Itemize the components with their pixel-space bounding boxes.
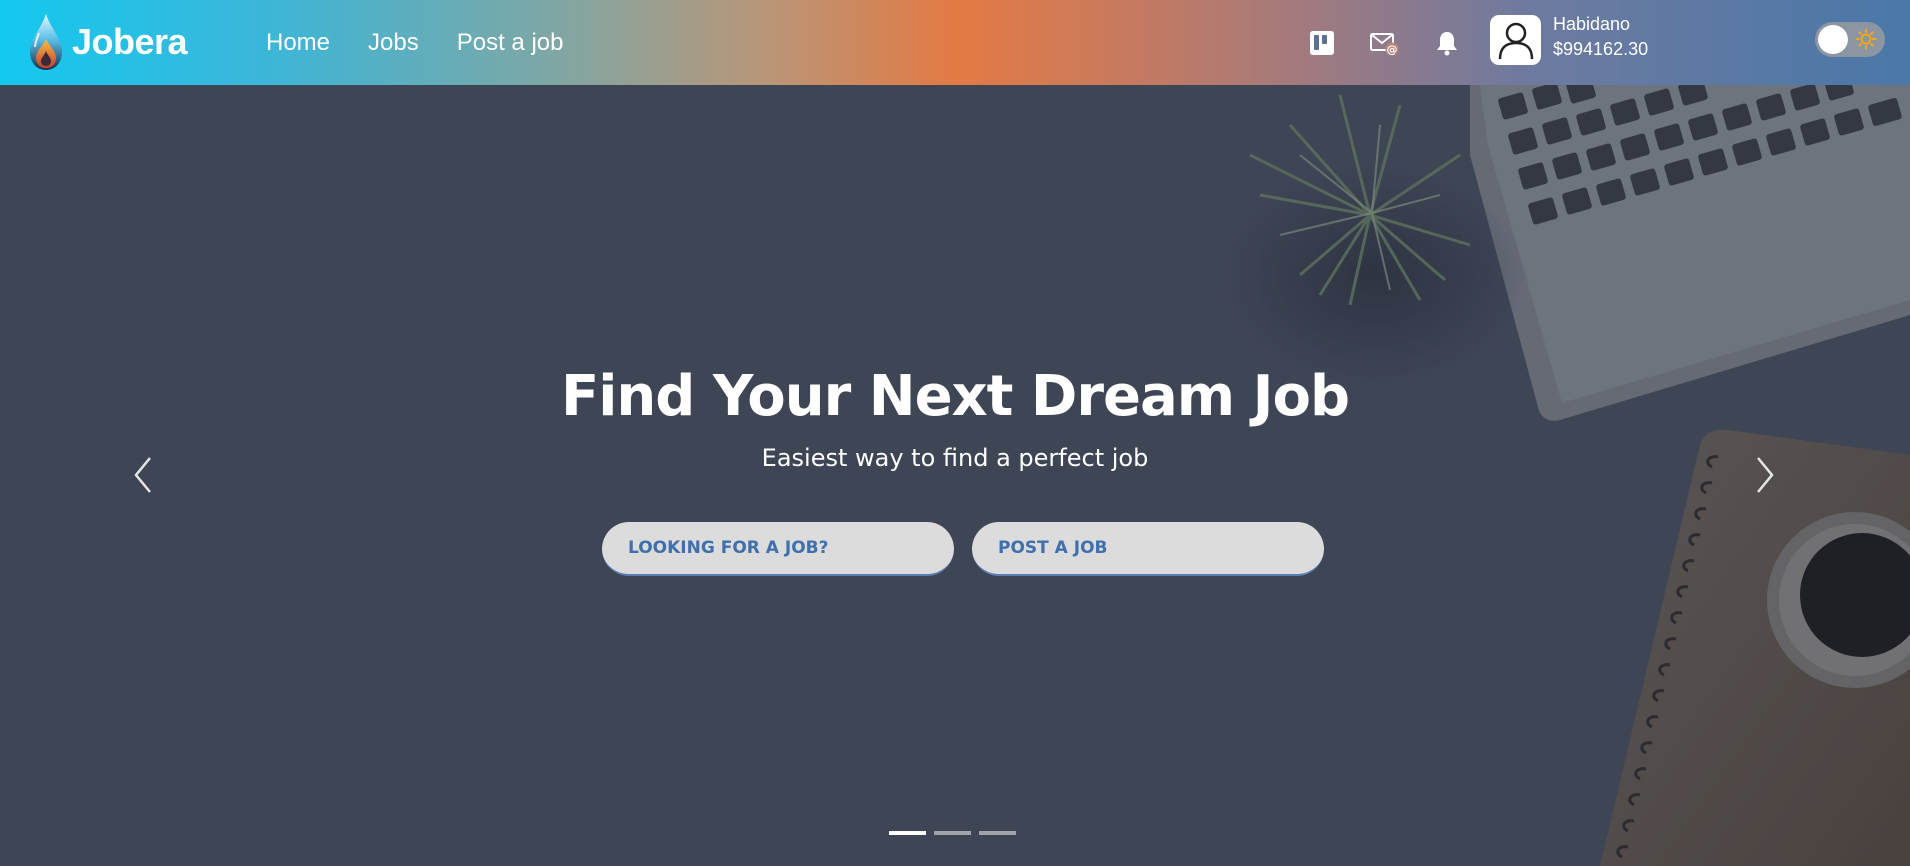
looking-for-job-button[interactable]: LOOKING FOR A JOB? <box>602 522 954 576</box>
mail-at-icon[interactable]: @ <box>1368 28 1402 58</box>
user-name: Habidano <box>1553 14 1631 34</box>
bell-icon[interactable] <box>1432 28 1462 58</box>
carousel-indicator-3[interactable] <box>979 831 1016 835</box>
theme-toggle[interactable] <box>1815 22 1885 57</box>
top-navbar: Jobera Home Jobs Post a job @ Habidano $… <box>0 0 1910 85</box>
hero-overlay <box>0 85 1910 866</box>
post-job-button[interactable]: POST A JOB <box>972 522 1324 576</box>
nav-link-home[interactable]: Home <box>266 29 330 57</box>
carousel-indicator-2[interactable] <box>934 831 971 835</box>
mail-at-icon-graphic: @ <box>1370 33 1399 56</box>
brand-logo[interactable]: Jobera <box>28 12 188 72</box>
user-avatar-icon[interactable] <box>1490 15 1541 65</box>
svg-text:@: @ <box>1387 43 1398 56</box>
carousel-indicators <box>889 831 1024 835</box>
nav-link-post-a-job[interactable]: Post a job <box>457 29 564 57</box>
sun-icon <box>1855 28 1877 50</box>
hero-carousel: Find Your Next Dream Job Easiest way to … <box>0 85 1910 866</box>
kanban-board-icon-graphic <box>1310 31 1334 55</box>
flame-drop-logo-icon <box>30 14 62 70</box>
nav-link-jobs[interactable]: Jobs <box>368 29 419 57</box>
hero-subtitle: Easiest way to find a perfect job <box>761 444 1149 472</box>
user-balance: $994162.30 <box>1553 39 1649 59</box>
user-avatar-graphic <box>1498 22 1533 60</box>
carousel-next-icon[interactable] <box>1750 454 1780 496</box>
user-info[interactable]: Habidano $994162.30 <box>1553 12 1648 62</box>
kanban-board-icon[interactable] <box>1307 28 1337 58</box>
carousel-indicator-1[interactable] <box>889 831 926 835</box>
main-nav: Home Jobs Post a job <box>266 0 601 85</box>
brand-name: Jobera <box>72 21 188 62</box>
hero-title: Find Your Next Dream Job <box>560 364 1350 429</box>
bell-icon-graphic <box>1437 32 1457 56</box>
carousel-prev-icon[interactable] <box>128 454 158 496</box>
toggle-knob <box>1818 25 1848 54</box>
